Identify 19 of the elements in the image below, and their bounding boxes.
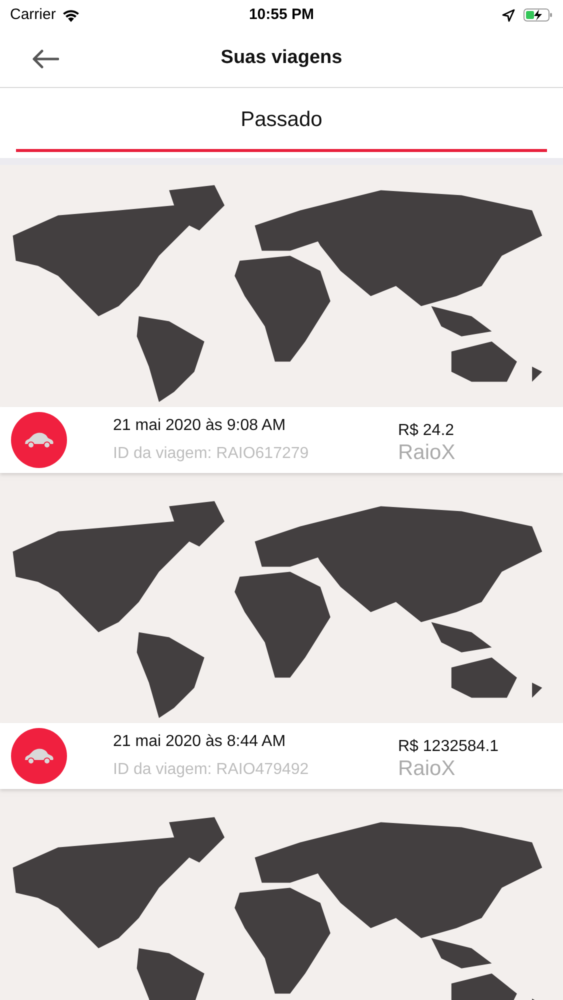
clock-time: 10:55 PM (248, 4, 314, 25)
trip-price: R$ 1232584.1 (398, 737, 499, 757)
wifi-icon (62, 8, 80, 22)
service-name: RaioX (398, 757, 456, 781)
trip-price: R$ 24.2 (398, 421, 456, 441)
trip-id: ID da viagem: RAIO479492 (113, 760, 310, 780)
screen-title: Suas viagens (220, 46, 342, 70)
battery-charging-icon (522, 8, 553, 22)
trip-card[interactable]: 21 mai 2020 às 8:44 AM ID da viagem: RAIO479492 R$ 1232584.1 RaioX (0, 723, 563, 789)
car-icon (23, 431, 55, 449)
service-name: RaioX (398, 441, 456, 465)
carrier-label: Carrier (10, 4, 56, 25)
car-icon (23, 747, 55, 765)
back-arrow-icon (31, 49, 59, 69)
trip-date: 21 mai 2020 às 9:08 AM (113, 416, 287, 436)
trip-id: ID da viagem: RAIO617279 (113, 444, 310, 464)
location-arrow-icon (502, 8, 515, 22)
trip-card[interactable]: 21 mai 2020 às 9:08 AM ID da viagem: RAIO617279 R$ 24.2 RaioX (0, 407, 563, 473)
trip-date: 21 mai 2020 às 8:44 AM (113, 732, 287, 752)
